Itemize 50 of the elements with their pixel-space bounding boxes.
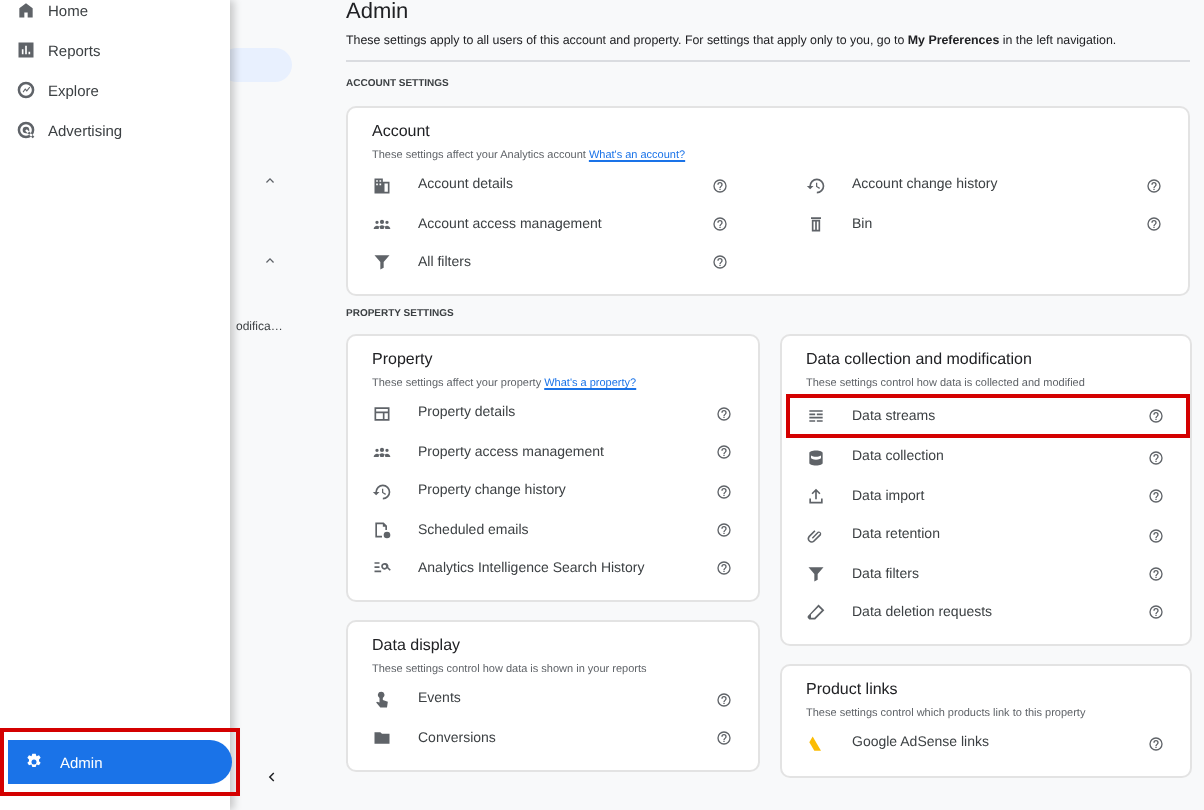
hand-icon — [372, 689, 392, 710]
help-icon[interactable] — [716, 483, 732, 500]
paperclip-icon — [806, 525, 826, 546]
help-icon[interactable] — [1148, 488, 1164, 505]
chevron-up-icon[interactable] — [262, 252, 278, 268]
window-icon — [372, 403, 392, 424]
target-icon — [16, 120, 36, 140]
card-title: Data collection and modification — [806, 350, 1034, 371]
card-title: Account — [372, 122, 432, 142]
help-icon[interactable] — [1146, 216, 1162, 233]
card-title: Property — [372, 350, 435, 371]
bin-icon — [806, 214, 826, 235]
help-icon[interactable] — [712, 254, 728, 271]
home-icon — [16, 0, 36, 20]
help-icon[interactable] — [1148, 527, 1164, 544]
card-title: Data display — [372, 636, 463, 657]
people-icon — [372, 214, 392, 235]
logo-icon — [806, 733, 826, 754]
upload-icon — [806, 486, 826, 507]
help-icon[interactable] — [1148, 566, 1164, 583]
history-icon — [806, 175, 826, 196]
help-icon[interactable] — [716, 560, 732, 577]
building-icon — [372, 175, 392, 196]
help-icon[interactable] — [1148, 449, 1164, 466]
help-icon[interactable] — [712, 216, 728, 233]
help-icon[interactable] — [716, 444, 732, 461]
gauge-icon — [16, 80, 36, 100]
people-icon — [372, 442, 392, 463]
settings-icon — [24, 752, 44, 772]
chevron-up-icon[interactable] — [262, 172, 278, 188]
document-clock-icon — [372, 520, 392, 541]
help-icon[interactable] — [716, 691, 732, 708]
filter-icon — [372, 252, 392, 273]
eraser-icon — [806, 602, 826, 623]
help-icon[interactable] — [1148, 735, 1164, 752]
help-icon[interactable] — [716, 405, 732, 422]
folder-icon — [372, 728, 392, 749]
help-icon[interactable] — [1146, 177, 1162, 194]
page-title: Admin — [346, 0, 411, 26]
bar-chart-icon — [16, 40, 36, 60]
help-icon[interactable] — [716, 522, 732, 539]
help-icon[interactable] — [1148, 604, 1164, 621]
help-icon[interactable] — [1148, 408, 1164, 425]
help-icon[interactable] — [712, 177, 728, 194]
list-icon — [806, 406, 826, 427]
filter-icon — [806, 564, 826, 585]
card-title: Product links — [806, 680, 900, 701]
history-icon — [372, 481, 392, 502]
database-icon — [806, 447, 826, 468]
help-icon[interactable] — [716, 730, 732, 747]
